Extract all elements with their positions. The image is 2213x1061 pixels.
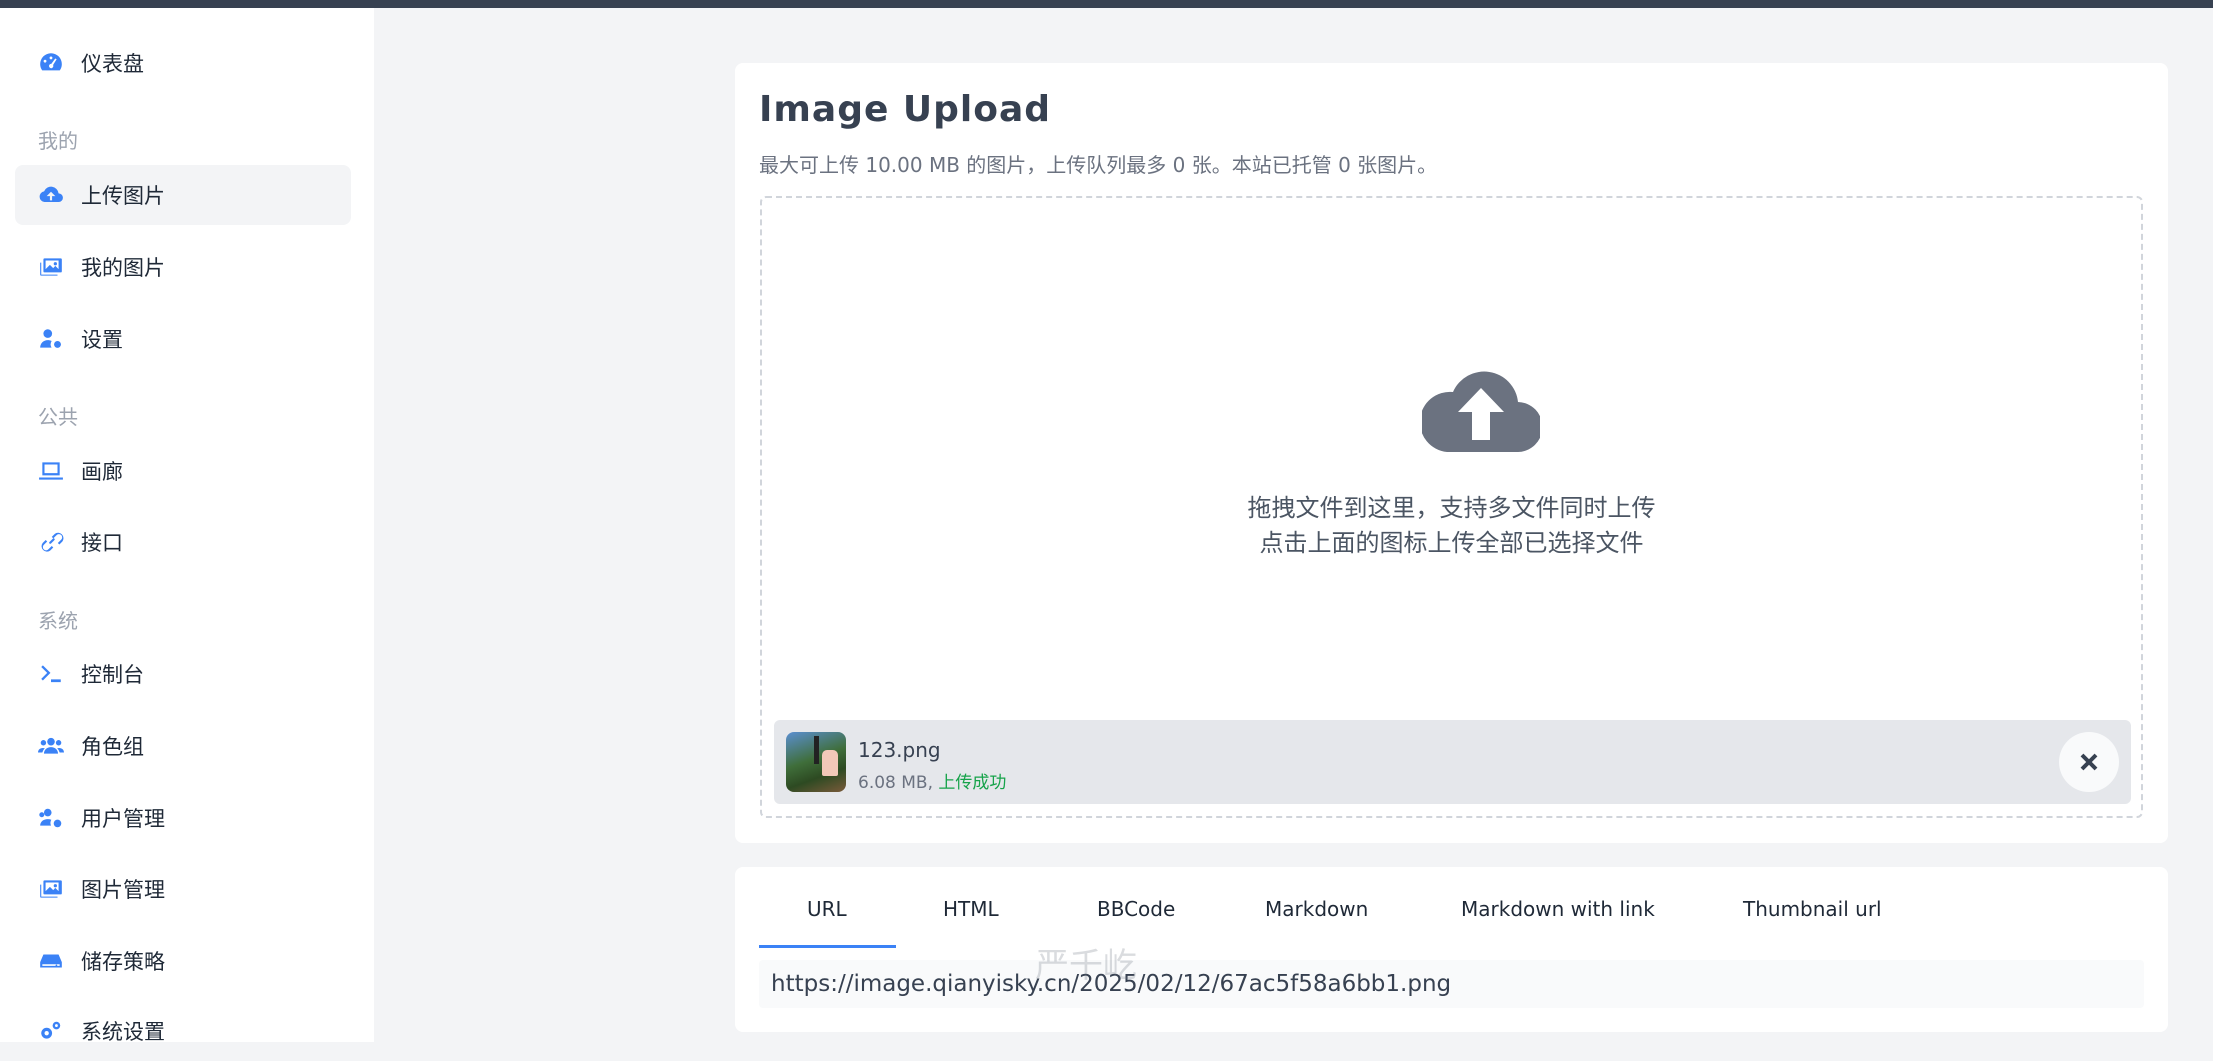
tab-thumbnail-url[interactable]: Thumbnail url: [1743, 897, 1882, 921]
users-cog-icon: [37, 804, 65, 832]
upload-card: Image Upload 最大可上传 10.00 MB 的图片，上传队列最多 0…: [735, 63, 2168, 843]
section-label-mine: 我的: [38, 129, 78, 153]
terminal-icon: [37, 660, 65, 688]
laptop-icon: [37, 457, 65, 485]
tab-html[interactable]: HTML: [943, 897, 999, 921]
sidebar: 仪表盘 我的 上传图片 我的图片 设置 公共 画廊 接口 系统 控制台 角色组 …: [0, 8, 374, 1044]
sidebar-item-upload[interactable]: 上传图片: [15, 165, 351, 225]
hdd-icon: [37, 947, 65, 975]
active-tab-indicator: [759, 945, 896, 948]
sidebar-item-label: 用户管理: [81, 807, 165, 831]
sidebar-item-api[interactable]: 接口: [15, 512, 351, 572]
sidebar-item-label: 仪表盘: [81, 52, 144, 76]
image-link-field[interactable]: https://image.qianyisky.cn/2025/02/12/67…: [759, 960, 2144, 1008]
sidebar-item-label: 设置: [81, 328, 123, 352]
sidebar-item-roles[interactable]: 角色组: [15, 716, 351, 776]
sidebar-item-storage[interactable]: 储存策略: [15, 931, 351, 991]
section-label-public: 公共: [38, 405, 78, 429]
sidebar-item-system-settings[interactable]: 系统设置: [15, 1001, 351, 1061]
section-label-system: 系统: [38, 609, 78, 633]
file-thumbnail: [786, 732, 846, 792]
sidebar-item-image-management[interactable]: 图片管理: [15, 859, 351, 919]
top-bar: [0, 0, 2213, 8]
sidebar-item-label: 储存策略: [81, 950, 165, 974]
file-meta: 6.08 MB, 上传成功: [858, 768, 1006, 793]
sidebar-item-label: 接口: [81, 531, 123, 555]
link-icon: [37, 528, 65, 556]
sidebar-item-console[interactable]: 控制台: [15, 644, 351, 704]
sidebar-item-label: 我的图片: [81, 256, 165, 280]
file-size: 6.08 MB,: [858, 773, 933, 793]
sidebar-item-user-management[interactable]: 用户管理: [15, 788, 351, 848]
sidebar-item-gallery[interactable]: 画廊: [15, 441, 351, 501]
upload-limits-text: 最大可上传 10.00 MB 的图片，上传队列最多 0 张。本站已托管 0 张图…: [759, 153, 1438, 177]
sidebar-item-label: 角色组: [81, 735, 144, 759]
tab-markdown[interactable]: Markdown: [1265, 897, 1368, 921]
cloud-upload-icon: [37, 181, 65, 209]
sidebar-item-my-images[interactable]: 我的图片: [15, 237, 351, 297]
dropzone-hint-secondary: 点击上面的图标上传全部已选择文件: [1259, 529, 1644, 557]
sidebar-item-label: 图片管理: [81, 878, 165, 902]
images-icon: [37, 253, 65, 281]
close-icon: [2080, 753, 2098, 771]
sidebar-item-settings[interactable]: 设置: [15, 309, 351, 369]
remove-file-button[interactable]: [2059, 732, 2119, 792]
images-icon: [37, 875, 65, 903]
upload-dropzone[interactable]: 拖拽文件到这里，支持多文件同时上传 点击上面的图标上传全部已选择文件 123.p…: [760, 196, 2143, 818]
file-name: 123.png: [858, 738, 941, 762]
cloud-upload-icon[interactable]: [1422, 368, 1540, 452]
links-card: URL HTML BBCode Markdown Markdown with l…: [735, 867, 2168, 1032]
dropzone-hint-primary: 拖拽文件到这里，支持多文件同时上传: [1247, 494, 1656, 522]
speedometer-icon: [37, 49, 65, 77]
tab-url[interactable]: URL: [807, 897, 847, 921]
tab-bbcode[interactable]: BBCode: [1097, 897, 1175, 921]
sidebar-item-label: 画廊: [81, 460, 123, 484]
uploaded-file-item: 123.png 6.08 MB, 上传成功: [774, 720, 2131, 804]
sidebar-item-dashboard[interactable]: 仪表盘: [15, 33, 351, 93]
sidebar-item-label: 上传图片: [81, 184, 165, 208]
sidebar-item-label: 控制台: [81, 663, 144, 687]
page-title: Image Upload: [759, 89, 1052, 130]
file-status: 上传成功: [938, 773, 1007, 793]
user-cog-icon: [37, 325, 65, 353]
users-icon: [37, 732, 65, 760]
cogs-icon: [37, 1017, 65, 1045]
tab-markdown-with-link[interactable]: Markdown with link: [1461, 897, 1655, 921]
